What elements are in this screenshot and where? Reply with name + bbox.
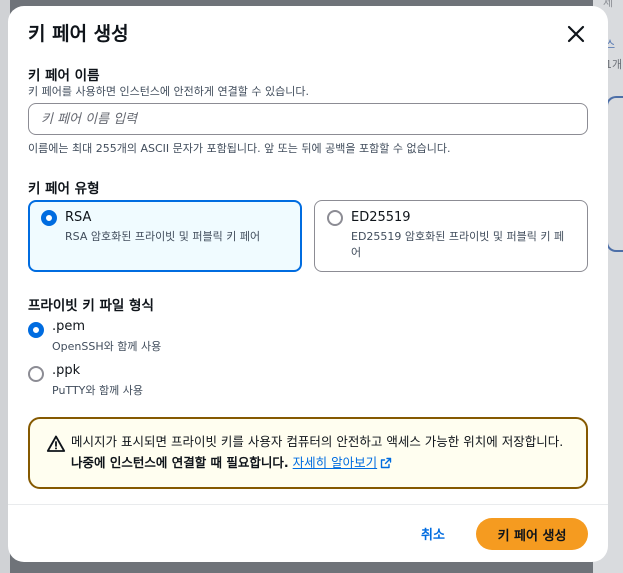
- key-pair-name-label: 키 페어 이름: [28, 68, 100, 84]
- format-ppk-option[interactable]: .ppk PuTTY와 함께 사용: [28, 363, 228, 399]
- ppk-description: PuTTY와 함께 사용: [52, 384, 143, 397]
- background-card: [606, 96, 623, 252]
- ed25519-description: ED25519 암호화된 프라이빗 및 퍼블릭 키 페어: [351, 230, 565, 259]
- warning-strong-text: 나중에 인스턴스에 연결할 때 필요합니다.: [71, 455, 289, 470]
- pem-description: OpenSSH와 함께 사용: [52, 340, 162, 353]
- key-type-ed25519-tile[interactable]: ED25519 ED25519 암호화된 프라이빗 및 퍼블릭 키 페어: [314, 200, 588, 272]
- learn-more-link[interactable]: 자세히 알아보기: [293, 452, 392, 473]
- footer-divider: [8, 504, 608, 505]
- ed25519-radio[interactable]: [327, 210, 343, 226]
- rsa-description: RSA 암호화된 프라이빗 및 퍼블릭 키 페어: [65, 230, 261, 243]
- private-key-format-label: 프라이빗 키 파일 형식: [28, 298, 154, 314]
- warning-icon: [46, 435, 66, 452]
- modal-header: 키 페어 생성: [28, 20, 588, 50]
- key-pair-name-hint: 이름에는 최대 255개의 ASCII 문자가 포함됩니다. 앞 또는 뒤에 공…: [28, 142, 451, 155]
- close-button[interactable]: [564, 22, 588, 46]
- key-type-rsa-tile[interactable]: RSA RSA 암호화된 프라이빗 및 퍼블릭 키 페어: [28, 200, 302, 272]
- learn-more-label: 자세히 알아보기: [292, 455, 378, 470]
- warning-alert: 메시지가 표시되면 프라이빗 키를 사용자 컴퓨터의 안전하고 액세스 가능한 …: [28, 417, 588, 489]
- key-pair-name-description: 키 페어를 사용하면 인스턴스에 안전하게 연결할 수 있습니다.: [28, 85, 309, 98]
- create-key-pair-button[interactable]: 키 페어 생성: [476, 518, 588, 550]
- modal-title: 키 페어 생성: [28, 23, 129, 45]
- background-text: 세: [603, 0, 614, 9]
- warning-text: 메시지가 표시되면 프라이빗 키를 사용자 컴퓨터의 안전하고 액세스 가능한 …: [71, 431, 571, 473]
- pem-title: .pem: [52, 319, 86, 334]
- ppk-title: .ppk: [52, 363, 81, 378]
- ed25519-title: ED25519: [351, 210, 411, 225]
- close-icon: [567, 25, 585, 43]
- rsa-radio[interactable]: [41, 210, 57, 226]
- cancel-button[interactable]: 취소: [406, 518, 460, 548]
- key-pair-type-label: 키 페어 유형: [28, 181, 100, 197]
- create-key-pair-modal: 키 페어 생성 키 페어 이름 키 페어를 사용하면 인스턴스에 안전하게 연결…: [8, 6, 608, 562]
- format-pem-option[interactable]: .pem OpenSSH와 함께 사용: [28, 319, 228, 355]
- external-link-icon: [380, 457, 392, 468]
- pem-radio[interactable]: [28, 322, 44, 338]
- ppk-radio[interactable]: [28, 366, 44, 382]
- warning-message: 메시지가 표시되면 프라이빗 키를 사용자 컴퓨터의 안전하고 액세스 가능한 …: [71, 434, 564, 449]
- key-pair-name-input[interactable]: [28, 103, 588, 135]
- rsa-title: RSA: [65, 210, 92, 225]
